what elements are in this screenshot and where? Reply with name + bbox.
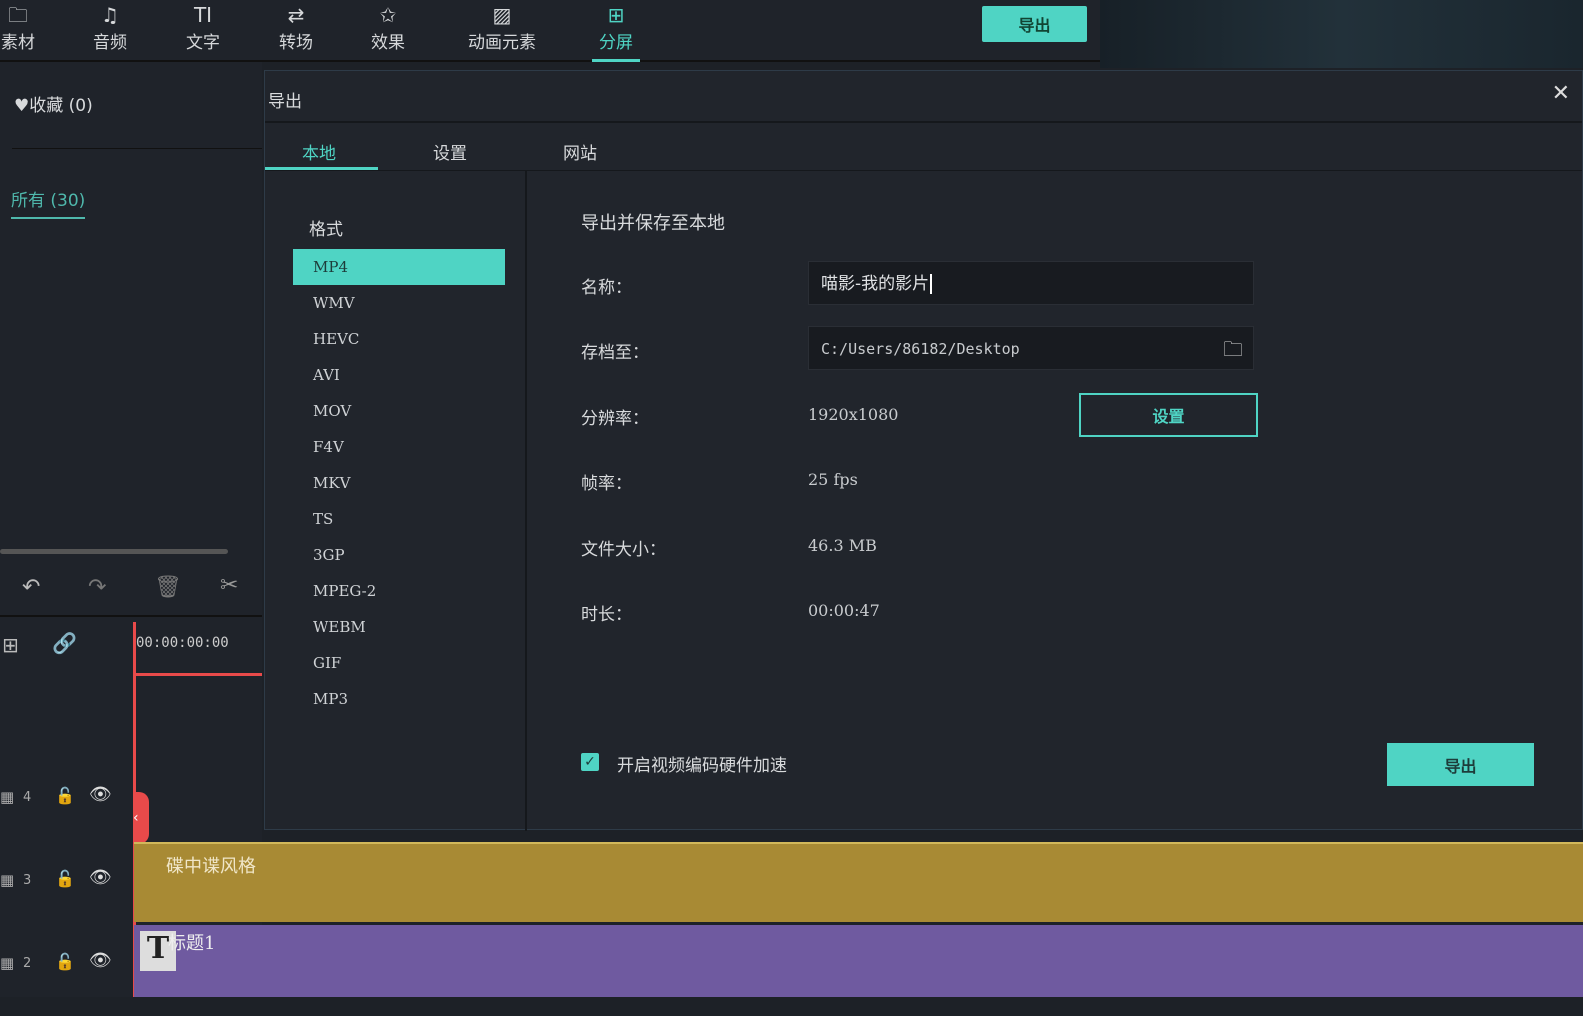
duration-value: 00:00:47	[808, 601, 880, 620]
folder-icon[interactable]: 🗀	[1223, 327, 1243, 371]
track-header-3: ▦ 3 🔓 👁	[0, 867, 112, 889]
nav-text[interactable]: TI 文字	[183, 2, 223, 53]
format-3gp[interactable]: 3GP	[293, 537, 505, 573]
film-icon: ▦	[0, 788, 15, 806]
fps-value: 25 fps	[808, 470, 858, 489]
divider	[12, 148, 262, 149]
export-dialog: 导出 ✕ 本地 设置 网站 格式 MP4 WMV HEVC AVI MOV F4…	[264, 70, 1583, 831]
tab-settings[interactable]: 设置	[433, 139, 467, 164]
nav-transition[interactable]: ⇄ 转场	[276, 2, 316, 53]
clip-purple[interactable]: T 标题1	[134, 925, 1583, 997]
export-button[interactable]: 导出	[1387, 743, 1534, 786]
ruler-line	[134, 673, 262, 676]
format-gif[interactable]: GIF	[293, 645, 505, 681]
heart-icon: ♥	[14, 96, 30, 116]
top-nav: 🗀 素材 ♫ 音频 TI 文字 ⇄ 转场 ✩ 效果 ▨ 动画元素 ⊞ 分屏 导出	[0, 0, 1100, 62]
lock-icon[interactable]: 🔓	[55, 786, 75, 805]
format-mkv[interactable]: MKV	[293, 465, 505, 501]
preview-area	[1100, 0, 1583, 68]
format-avi[interactable]: AVI	[293, 357, 505, 393]
lock-icon[interactable]: 🔓	[55, 869, 75, 888]
folder-icon: 🗀	[8, 3, 28, 27]
all-item[interactable]: 所有 (30)	[11, 186, 86, 219]
text-icon: TI	[193, 3, 213, 27]
hw-accel-checkbox[interactable]: ✓	[581, 753, 599, 771]
name-label: 名称：	[581, 278, 632, 298]
dialog-tabs: 本地 设置 网站	[265, 125, 1582, 171]
format-f4v[interactable]: F4V	[293, 429, 505, 465]
clip-yellow[interactable]: 碟中谍风格	[134, 842, 1583, 922]
split-screen-icon: ⊞	[607, 3, 625, 27]
resolution-label: 分辨率：	[581, 409, 649, 429]
top-export-button[interactable]: 导出	[982, 6, 1087, 42]
track-header-2: ▦ 2 🔓 👁	[0, 950, 112, 972]
fps-label: 帧率：	[581, 474, 632, 494]
link-icon[interactable]: 🔗	[52, 631, 77, 655]
music-note-icon: ♫	[101, 3, 119, 27]
undo-icon[interactable]: ↶	[22, 575, 40, 600]
format-mov[interactable]: MOV	[293, 393, 505, 429]
nav-split-screen[interactable]: ⊞ 分屏	[592, 2, 640, 62]
redo-icon[interactable]: ↷	[88, 575, 106, 600]
close-icon[interactable]: ✕	[1552, 81, 1570, 106]
format-wmv[interactable]: WMV	[293, 285, 505, 321]
sidebar: ♥收藏 (0) 所有 (30)	[0, 62, 262, 567]
dialog-title: 导出	[265, 71, 1582, 123]
track-header-4: ▦ 4 🔓 👁	[0, 784, 112, 806]
tab-local[interactable]: 本地	[302, 139, 336, 164]
format-mp4[interactable]: MP4	[293, 249, 505, 285]
eye-icon[interactable]: 👁	[89, 784, 112, 805]
format-ts[interactable]: TS	[293, 501, 505, 537]
effects-icon: ✩	[379, 3, 397, 27]
tab-website[interactable]: 网站	[563, 139, 597, 164]
size-label: 文件大小：	[581, 540, 666, 560]
active-tab-indicator	[265, 167, 378, 170]
scrollbar[interactable]	[0, 549, 228, 554]
save-label: 存档至：	[581, 343, 649, 363]
size-value: 46.3 MB	[808, 536, 877, 555]
film-icon: ▦	[0, 954, 15, 972]
film-icon: ▦	[0, 871, 15, 889]
eye-icon[interactable]: 👁	[89, 867, 112, 888]
image-icon: ▨	[492, 3, 512, 27]
save-path-input[interactable]: C:/Users/86182/Desktop 🗀	[808, 326, 1254, 370]
scissors-icon[interactable]: ✂	[220, 573, 238, 598]
favorites-item[interactable]: ♥收藏 (0)	[14, 91, 93, 116]
format-list: 格式 MP4 WMV HEVC AVI MOV F4V MKV TS 3GP M…	[265, 171, 527, 831]
format-hevc[interactable]: HEVC	[293, 321, 505, 357]
eye-icon[interactable]: 👁	[89, 950, 112, 971]
section-title: 导出并保存至本地	[581, 213, 725, 234]
format-heading: 格式	[309, 220, 343, 240]
resolution-settings-button[interactable]: 设置	[1079, 393, 1258, 437]
lock-icon[interactable]: 🔓	[55, 952, 75, 971]
trash-icon[interactable]: 🗑	[154, 575, 182, 600]
timecode: 00:00:00:00	[136, 635, 229, 651]
nav-material[interactable]: 🗀 素材	[0, 2, 36, 53]
format-webm[interactable]: WEBM	[293, 609, 505, 645]
format-mpeg2[interactable]: MPEG-2	[293, 573, 505, 609]
nav-effects[interactable]: ✩ 效果	[368, 2, 408, 53]
hw-accel-label: 开启视频编码硬件加速	[617, 756, 787, 776]
add-track-icon[interactable]: ⊞	[2, 633, 19, 657]
duration-label: 时长：	[581, 605, 632, 625]
nav-elements[interactable]: ▨ 动画元素	[462, 2, 542, 53]
transition-icon: ⇄	[287, 3, 305, 27]
nav-audio[interactable]: ♫ 音频	[90, 2, 130, 53]
collapse-handle[interactable]: ‹	[133, 792, 149, 844]
resolution-value: 1920x1080	[808, 405, 899, 424]
name-input[interactable]: 喵影-我的影片	[808, 261, 1254, 305]
format-mp3[interactable]: MP3	[293, 681, 505, 717]
timeline-toolbar: ↶ ↷ 🗑 ✂	[0, 567, 262, 617]
